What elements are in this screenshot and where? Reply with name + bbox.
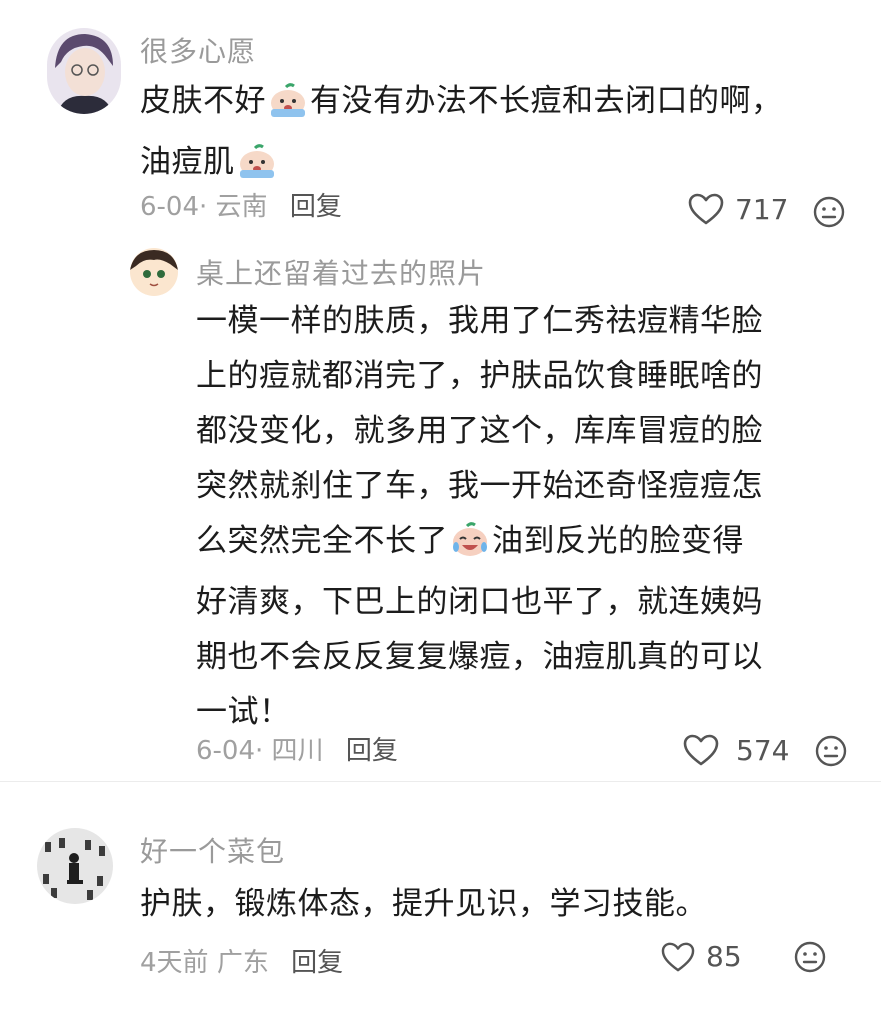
reply-button[interactable]: 回复 [290, 192, 342, 222]
comment-line: 期也不会反反复复爆痘，油痘肌真的可以 [196, 639, 763, 675]
reply-button[interactable]: 回复 [346, 736, 398, 766]
comment-line: 么突然完全不长了 [196, 523, 448, 559]
avatar[interactable] [37, 828, 113, 904]
username[interactable]: 桌上还留着过去的照片 [196, 252, 486, 292]
comment-line: 有没有办法不长痘和去闭口的啊， [310, 83, 783, 119]
like-button[interactable]: 85 [660, 940, 742, 973]
comment-text: 皮肤不好 有没有办法不长痘和去闭口的啊， 油痘肌 [140, 74, 783, 196]
neutral-face-icon[interactable] [813, 196, 845, 232]
like-count: 717 [735, 192, 789, 226]
comment-date: 6-04· [196, 736, 264, 766]
comment-line: 上的痘就都消完了，护肤品饮食睡眠啥的 [196, 358, 763, 394]
heart-outline-icon [660, 941, 696, 973]
comment-meta: 4天前 广东 回复 [140, 942, 343, 979]
comment-line: 都没变化，就多用了这个，库库冒痘的脸 [196, 413, 763, 449]
username[interactable]: 很多心愿 [140, 30, 256, 70]
comment-date: 6-04· [140, 192, 208, 222]
heart-outline-icon [682, 733, 720, 767]
comment-line: 油到反光的脸变得 [492, 523, 744, 559]
like-count: 574 [736, 733, 790, 767]
comment-meta: 6-04· 四川 回复 [196, 730, 398, 767]
comment-line: 一模一样的肤质，我用了仁秀祛痘精华脸 [196, 303, 763, 339]
heart-outline-icon [687, 192, 725, 226]
reply-button[interactable]: 回复 [291, 948, 343, 978]
comment-line: 皮肤不好 [140, 83, 266, 119]
comment-location: 广东 [216, 948, 269, 978]
comment-meta: 6-04· 云南 回复 [140, 186, 342, 223]
comment-line: 油痘肌 [140, 144, 235, 180]
like-button[interactable]: 717 [687, 192, 788, 226]
username[interactable]: 好一个菜包 [140, 830, 285, 870]
neutral-face-icon[interactable] [794, 941, 826, 977]
avatar[interactable] [47, 28, 121, 114]
comment-line: 好清爽，下巴上的闭口也平了，就连姨妈 [196, 584, 763, 620]
avatar[interactable] [130, 248, 178, 296]
comment-location: 四川 [271, 736, 324, 766]
like-button[interactable]: 574 [682, 733, 789, 767]
comment-date: 4天前 [140, 948, 209, 978]
comment-text: 护肤，锻炼体态，提升见识，学习技能。 [140, 877, 707, 932]
crying-face-emoji-icon [268, 80, 308, 135]
like-count: 85 [706, 940, 742, 973]
comment-line: 突然就刹住了车，我一开始还奇怪痘痘怎 [196, 468, 763, 504]
comment-location: 云南 [215, 192, 268, 222]
divider [0, 781, 881, 782]
comment-line: 护肤，锻炼体态，提升见识，学习技能。 [140, 886, 707, 922]
tears-of-joy-emoji-icon [450, 520, 490, 575]
comment-text: 一模一样的肤质，我用了仁秀祛痘精华脸 上的痘就都消完了，护肤品饮食睡眠啥的 都没… [196, 294, 763, 740]
neutral-face-icon[interactable] [815, 735, 847, 771]
